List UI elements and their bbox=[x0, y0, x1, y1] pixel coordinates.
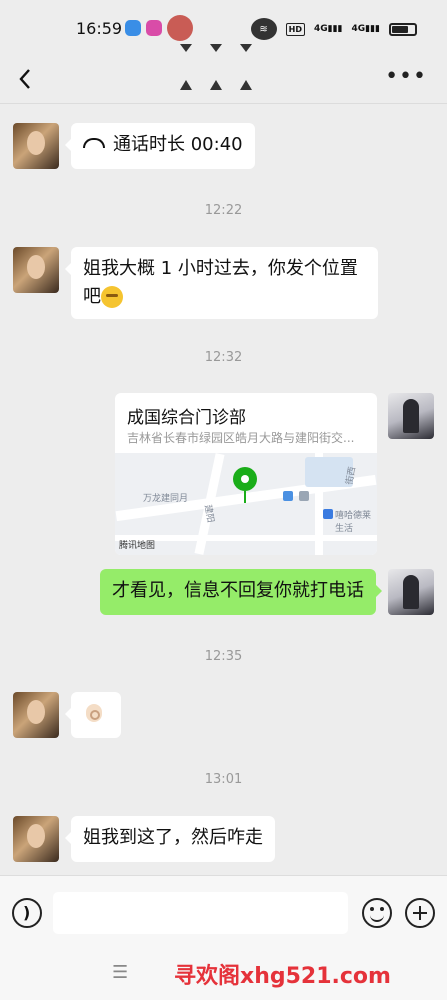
emoji-icon[interactable] bbox=[362, 898, 392, 928]
input-bar bbox=[0, 875, 447, 950]
emoji-bubble[interactable] bbox=[65, 692, 121, 738]
app-notification-icon bbox=[146, 20, 162, 36]
location-address: 吉林省长春市绿园区皓月大路与建阳街交... bbox=[127, 431, 355, 445]
battery-icon bbox=[389, 22, 417, 36]
message-input[interactable] bbox=[53, 892, 348, 934]
user-avatar[interactable] bbox=[388, 569, 434, 615]
status-icons: ≋ HD 4G▮▮▮ 4G▮▮▮ bbox=[250, 18, 417, 40]
chevron-left-icon[interactable] bbox=[14, 64, 38, 94]
bottom-bar: ☰ 寻欢阁xhg521.com bbox=[0, 950, 447, 1000]
location-title: 成国综合门诊部 bbox=[127, 408, 246, 428]
timestamp: 12:35 bbox=[204, 649, 243, 664]
call-duration-bubble[interactable]: 通话时长 00:40 bbox=[65, 123, 255, 169]
bus-stop-icon bbox=[283, 491, 293, 501]
chat-header: ••• bbox=[0, 44, 447, 104]
metro-icon bbox=[299, 491, 309, 501]
timestamp: 12:22 bbox=[204, 203, 243, 218]
poi-icon bbox=[323, 509, 333, 519]
contact-name-mosaic bbox=[180, 44, 252, 90]
location-pin-icon bbox=[233, 467, 257, 503]
timestamp: 13:01 bbox=[204, 772, 243, 787]
voice-input-icon[interactable] bbox=[12, 898, 42, 928]
signal-icon: 4G▮▮▮ bbox=[351, 24, 380, 34]
user-avatar[interactable] bbox=[388, 393, 434, 439]
more-horizontal-icon[interactable]: ••• bbox=[385, 64, 427, 89]
plus-icon[interactable] bbox=[405, 898, 435, 928]
hd-icon: HD bbox=[285, 22, 305, 36]
ok-hand-emoji-icon bbox=[83, 700, 105, 726]
wifi-icon: ≋ bbox=[250, 18, 277, 40]
timestamp: 12:32 bbox=[204, 350, 243, 365]
signal-icon: 4G▮▮▮ bbox=[313, 24, 343, 34]
message-bubble[interactable]: 姐我到这了，然后咋走 bbox=[65, 816, 275, 862]
menu-icon[interactable]: ☰ bbox=[112, 962, 128, 983]
phone-icon bbox=[83, 138, 105, 148]
thinking-emoji-icon bbox=[101, 286, 123, 308]
contact-avatar[interactable] bbox=[13, 816, 59, 862]
chat-message-list[interactable]: 通话时长 00:40 12:22 姐我大概 1 小时过去，你发个位置 吧 12:… bbox=[0, 105, 447, 875]
app-notification-icon bbox=[125, 20, 141, 36]
message-bubble[interactable]: 才看见，信息不回复你就打电话 bbox=[100, 569, 382, 615]
location-card[interactable]: 成国综合门诊部 吉林省长春市绿园区皓月大路与建阳街交... 万龙建同月 建阳 街… bbox=[115, 393, 377, 555]
location-map: 万龙建同月 建阳 街西 嘻哈德莱生活 腾讯地图 bbox=[115, 453, 377, 555]
status-time: 16:59 bbox=[76, 19, 123, 38]
watermark: 寻欢阁xhg521.com bbox=[174, 964, 391, 989]
notification-avatar-icon bbox=[167, 15, 193, 41]
message-bubble[interactable]: 姐我大概 1 小时过去，你发个位置 吧 bbox=[65, 247, 378, 319]
contact-avatar[interactable] bbox=[13, 123, 59, 169]
contact-avatar[interactable] bbox=[13, 247, 59, 293]
tencent-map-logo: 腾讯地图 bbox=[119, 541, 156, 551]
contact-avatar[interactable] bbox=[13, 692, 59, 738]
